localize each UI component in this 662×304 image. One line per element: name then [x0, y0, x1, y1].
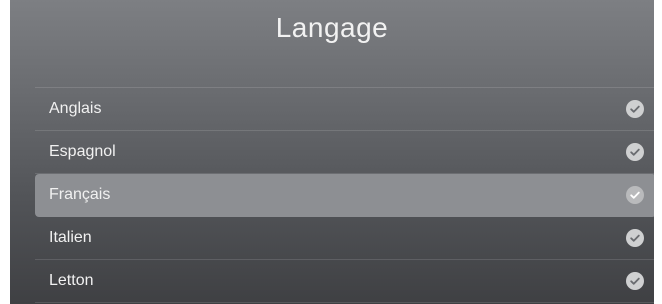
- language-screen: Langage Anglais Espagnol Français Italie…: [10, 0, 654, 304]
- check-circle-icon: [626, 143, 644, 161]
- check-circle-icon: [626, 272, 644, 290]
- language-label: Anglais: [49, 100, 102, 117]
- language-item-espagnol[interactable]: Espagnol: [35, 131, 654, 174]
- language-label: Français: [49, 186, 111, 203]
- language-item-francais[interactable]: Français: [35, 174, 654, 217]
- check-circle-icon: [626, 100, 644, 118]
- page-title: Langage: [275, 12, 389, 43]
- language-item-letton[interactable]: Letton: [35, 260, 654, 303]
- language-item-anglais[interactable]: Anglais: [35, 88, 654, 131]
- language-item-italien[interactable]: Italien: [35, 217, 654, 260]
- check-circle-icon: [626, 229, 644, 247]
- language-label: Italien: [49, 229, 92, 246]
- language-label: Letton: [49, 272, 94, 289]
- language-list: Anglais Espagnol Français Italien Letton: [35, 87, 654, 303]
- language-label: Espagnol: [49, 143, 116, 160]
- check-circle-icon: [626, 186, 644, 204]
